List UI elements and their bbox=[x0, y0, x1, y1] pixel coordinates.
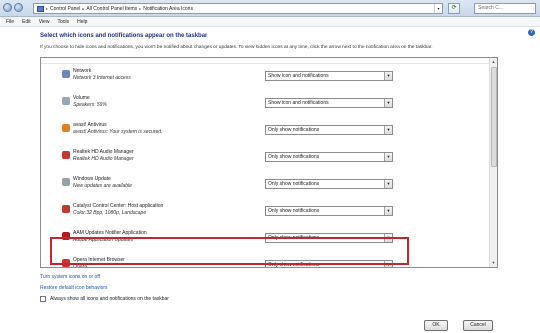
item-status: Network 3 Internet access bbox=[73, 75, 131, 81]
item-status: Color:32 Bpp, 1080p, Landscape bbox=[73, 210, 147, 216]
behavior-dropdown[interactable]: Show icon and notifications ▼ bbox=[265, 71, 393, 81]
list-item: Volume Speakers: 59% Show icon and notific… bbox=[41, 91, 490, 118]
behavior-value: Only show notifications bbox=[268, 208, 320, 214]
ok-button[interactable]: OK bbox=[424, 320, 448, 331]
cancel-button[interactable]: Cancel bbox=[463, 320, 493, 331]
breadcrumb[interactable]: ▸ Control Panel ▸ All Control Panel Item… bbox=[33, 3, 443, 14]
list-item: Realtek HD Audio Manager Realtek HD Audio… bbox=[41, 145, 490, 172]
item-status: Realtek HD Audio Manager bbox=[73, 156, 134, 162]
back-icon[interactable] bbox=[3, 3, 12, 12]
scrollbar[interactable]: ▲ ▼ bbox=[489, 58, 497, 267]
refresh-button[interactable]: ⟳ bbox=[448, 3, 460, 14]
search-input[interactable]: Search C... bbox=[474, 3, 536, 14]
catalyst-icon bbox=[62, 205, 70, 213]
menu-view[interactable]: View bbox=[35, 17, 54, 26]
highlight-box bbox=[50, 237, 409, 265]
behavior-dropdown[interactable]: Only show notifications ▼ bbox=[265, 125, 393, 135]
behavior-value: Only show notifications bbox=[268, 181, 320, 187]
always-show-checkbox[interactable] bbox=[40, 296, 46, 302]
dropdown-arrow-icon[interactable]: ▼ bbox=[384, 207, 392, 215]
always-show-row: Always show all icons and notifications … bbox=[40, 296, 169, 302]
item-status: Speakers: 59% bbox=[73, 102, 107, 108]
speaker-icon bbox=[62, 151, 70, 159]
chevron-down-icon[interactable]: ▾ bbox=[434, 4, 442, 13]
forward-icon[interactable] bbox=[14, 3, 23, 12]
dropdown-arrow-icon[interactable]: ▼ bbox=[384, 153, 392, 161]
control-panel-icon bbox=[37, 5, 44, 12]
behavior-value: Only show notifications bbox=[268, 154, 320, 160]
network-icon bbox=[62, 70, 70, 78]
behavior-dropdown[interactable]: Only show notifications ▼ bbox=[265, 179, 393, 189]
item-status: avast! Antivirus: Your system is secured… bbox=[73, 129, 163, 135]
chevron-right-icon: ▸ bbox=[82, 6, 85, 11]
always-show-label: Always show all icons and notifications … bbox=[50, 296, 169, 302]
dropdown-arrow-icon[interactable]: ▼ bbox=[384, 72, 392, 80]
item-name: avast! Antivirus bbox=[73, 122, 107, 128]
dropdown-arrow-icon[interactable]: ▼ bbox=[384, 126, 392, 134]
behavior-dropdown[interactable]: Show icon and notifications ▼ bbox=[265, 98, 393, 108]
item-name: Network bbox=[73, 68, 92, 74]
page-description: If you choose to hide icons and notifica… bbox=[40, 45, 433, 50]
dropdown-arrow-icon[interactable]: ▼ bbox=[384, 99, 392, 107]
list-item: Network Network 3 Internet access Show ico… bbox=[41, 64, 490, 91]
breadcrumb-item[interactable]: Control Panel bbox=[50, 6, 80, 12]
scroll-up-icon[interactable]: ▲ bbox=[490, 58, 497, 66]
list-item: Catalyst Control Center: Host applicatio… bbox=[41, 199, 490, 226]
behavior-dropdown[interactable]: Only show notifications ▼ bbox=[265, 152, 393, 162]
chevron-right-icon: ▸ bbox=[46, 6, 49, 11]
turn-system-icons-link[interactable]: Turn system icons on or off bbox=[40, 274, 100, 280]
behavior-value: Show icon and notifications bbox=[268, 73, 329, 79]
dropdown-arrow-icon[interactable]: ▼ bbox=[384, 180, 392, 188]
menu-bar: File Edit View Tools Help bbox=[0, 17, 540, 27]
item-name: Windows Update bbox=[73, 176, 111, 182]
menu-help[interactable]: Help bbox=[73, 17, 91, 26]
windows-update-icon bbox=[62, 178, 70, 186]
list-item: Windows Update New updates are available O… bbox=[41, 172, 490, 199]
avast-icon bbox=[62, 124, 70, 132]
chevron-right-icon: ▸ bbox=[139, 6, 142, 11]
menu-edit[interactable]: Edit bbox=[18, 17, 35, 26]
item-name: Realtek HD Audio Manager bbox=[73, 149, 134, 155]
behavior-dropdown[interactable]: Only show notifications ▼ bbox=[265, 206, 393, 216]
scroll-down-icon[interactable]: ▼ bbox=[490, 259, 497, 267]
breadcrumb-item[interactable]: All Control Panel Items bbox=[86, 6, 137, 12]
address-bar: ▸ Control Panel ▸ All Control Panel Item… bbox=[0, 0, 540, 17]
menu-tools[interactable]: Tools bbox=[53, 17, 73, 26]
menu-file[interactable]: File bbox=[2, 17, 18, 26]
item-name: AAM Updates Notifier Application bbox=[73, 230, 147, 236]
item-name: Volume bbox=[73, 95, 90, 101]
behavior-value: Show icon and notifications bbox=[268, 100, 329, 106]
item-status: New updates are available bbox=[73, 183, 132, 189]
behavior-value: Only show notifications bbox=[268, 127, 320, 133]
scrollbar-thumb[interactable] bbox=[491, 67, 497, 167]
volume-icon bbox=[62, 97, 70, 105]
help-icon[interactable]: ? bbox=[528, 29, 535, 36]
breadcrumb-item[interactable]: Notification Area Icons bbox=[143, 6, 193, 12]
item-name: Catalyst Control Center: Host applicatio… bbox=[73, 203, 164, 209]
list-item: avast! Antivirus avast! Antivirus: Your s… bbox=[41, 118, 490, 145]
page-title: Select which icons and notifications app… bbox=[40, 33, 208, 39]
restore-defaults-link[interactable]: Restore default icon behaviors bbox=[40, 285, 108, 291]
